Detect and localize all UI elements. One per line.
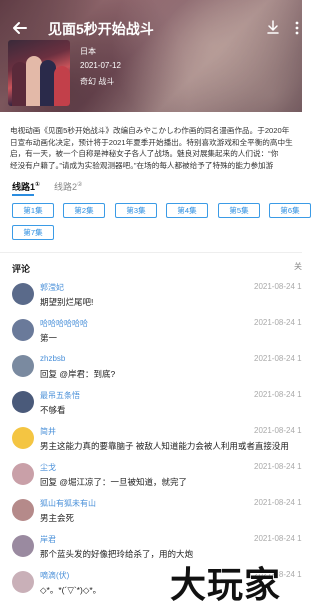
avatar[interactable] bbox=[12, 463, 34, 485]
more-icon[interactable] bbox=[292, 20, 302, 36]
comment-username[interactable]: 最吊五条悟 bbox=[40, 390, 80, 401]
comment-text: 期望别烂尾吧! bbox=[40, 297, 94, 307]
tab-route-2[interactable]: 线路2② bbox=[54, 180, 82, 193]
episode-button-2[interactable]: 第2集 bbox=[63, 203, 105, 218]
episode-button-7[interactable]: 第7集 bbox=[12, 225, 54, 240]
comment-username[interactable]: 哈哈哈哈哈哈 bbox=[40, 318, 88, 329]
comment-item: 郭滢妃 2021-08-24 1 期望别烂尾吧! bbox=[0, 279, 302, 319]
comment-username[interactable]: 简井 bbox=[40, 426, 56, 437]
comment-text: 回复 @岸君：到底? bbox=[40, 369, 116, 379]
genre-tags: 奇幻 战斗 bbox=[80, 77, 115, 86]
avatar[interactable] bbox=[12, 499, 34, 521]
avatar[interactable] bbox=[12, 283, 34, 305]
region-label: 日本 bbox=[80, 47, 96, 56]
avatar[interactable] bbox=[12, 571, 34, 593]
synopsis-line: 启，有一天，被一个自称是神秘女子各人了战场。魅良对展集起来的人们说：“你 bbox=[10, 149, 279, 158]
section-divider bbox=[0, 252, 302, 253]
comment-username[interactable]: 尘戈 bbox=[40, 462, 56, 473]
comment-item: 简井 2021-08-24 1 男主这能力真的要靠脑子 被敌人知道能力会被人利用… bbox=[0, 423, 302, 463]
comment-item: zhzbsb 2021-08-24 1 回复 @岸君：到底? bbox=[0, 351, 302, 391]
comment-item: 哈哈哈哈哈哈 2021-08-24 1 第一 bbox=[0, 315, 302, 355]
comment-username[interactable]: zhzbsb bbox=[40, 354, 65, 363]
back-arrow-icon[interactable] bbox=[10, 18, 30, 38]
synopsis-line: 经没有户籍了。”请成为实验观测器吧。”在场的每人都被给予了特殊的能力参加游 bbox=[10, 160, 274, 170]
avatar[interactable] bbox=[12, 319, 34, 341]
comment-username[interactable]: 狐山有狐未有山 bbox=[40, 498, 96, 509]
comments-title: 评论 bbox=[12, 264, 31, 274]
comment-text: 不够看 bbox=[40, 405, 66, 415]
episode-button-6[interactable]: 第6集 bbox=[269, 203, 311, 218]
tab-route-2-label: 线路2 bbox=[54, 182, 78, 192]
tab-route-1-badge: ① bbox=[35, 182, 41, 188]
comment-time: 2021-08-24 1 bbox=[254, 534, 302, 543]
episode-button-3[interactable]: 第3集 bbox=[115, 203, 157, 218]
comment-time: 2021-08-24 1 bbox=[254, 426, 302, 435]
comment-text: 男主这能力真的要靠脑子 被敌人知道能力会被人利用或者直接没用 bbox=[40, 441, 289, 451]
comment-username[interactable]: 郭滢妃 bbox=[40, 282, 64, 293]
episode-grid: 第1集 第2集 第3集 第4集 第5集 第6集 第7集 bbox=[12, 203, 311, 243]
episode-button-5[interactable]: 第5集 bbox=[218, 203, 260, 218]
active-tab-underline bbox=[12, 194, 34, 196]
comments-close-button[interactable]: 关 bbox=[294, 261, 302, 272]
top-bar: 见面5秒开始战斗 bbox=[0, 14, 302, 42]
header-banner: 见面5秒开始战斗 日本 2021-07-12 奇幻 战斗 bbox=[0, 0, 302, 112]
comment-text: 第一 bbox=[40, 333, 58, 343]
watermark-logo: 大玩家 bbox=[170, 565, 282, 606]
comment-time: 2021-08-24 1 bbox=[254, 498, 302, 507]
avatar[interactable] bbox=[12, 355, 34, 377]
comment-time: 2021-08-24 1 bbox=[254, 354, 302, 363]
comment-username[interactable]: 嘀滴(伏) bbox=[40, 570, 69, 581]
comment-item: 尘戈 2021-08-24 1 回复 @堀江凉了：一旦被知道，就完了 bbox=[0, 459, 302, 499]
avatar[interactable] bbox=[12, 427, 34, 449]
poster-image bbox=[8, 40, 70, 106]
release-date: 2021-07-12 bbox=[80, 61, 121, 70]
synopsis-line: 日宣布动画化决定，预计将于2021年夏季开始播出。特别喜欢游戏和全平衡的高中生 bbox=[10, 137, 293, 147]
synopsis: 电视动画《见面5秒开始战斗》改编自みやこかしわ作画的同名漫画作品。于2020年 … bbox=[10, 125, 302, 171]
comment-time: 2021-08-24 1 bbox=[254, 462, 302, 471]
page-title: 见面5秒开始战斗 bbox=[48, 21, 154, 37]
tab-route-1-label: 线路1 bbox=[12, 182, 36, 192]
comment-time: 2021-08-24 1 bbox=[254, 282, 302, 291]
comment-text: 回复 @堀江凉了：一旦被知道，就完了 bbox=[40, 477, 187, 487]
comment-text: 男主会死 bbox=[40, 513, 75, 523]
synopsis-line: 电视动画《见面5秒开始战斗》改编自みやこかしわ作画的同名漫画作品。于2020年 bbox=[10, 126, 290, 135]
comment-username[interactable]: 岸君 bbox=[40, 534, 56, 545]
tab-route-1[interactable]: 线路1① bbox=[12, 180, 41, 196]
comment-item: 狐山有狐未有山 2021-08-24 1 男主会死 bbox=[0, 495, 302, 535]
comment-item: 最吊五条悟 2021-08-24 1 不够看 bbox=[0, 387, 302, 427]
download-icon[interactable] bbox=[265, 19, 281, 35]
episode-button-4[interactable]: 第4集 bbox=[166, 203, 208, 218]
comment-time: 2021-08-24 1 bbox=[254, 390, 302, 399]
avatar[interactable] bbox=[12, 391, 34, 413]
tab-route-2-badge: ② bbox=[77, 182, 83, 188]
avatar[interactable] bbox=[12, 535, 34, 557]
comment-time: 2021-08-24 1 bbox=[254, 318, 302, 327]
episode-button-1[interactable]: 第1集 bbox=[12, 203, 54, 218]
